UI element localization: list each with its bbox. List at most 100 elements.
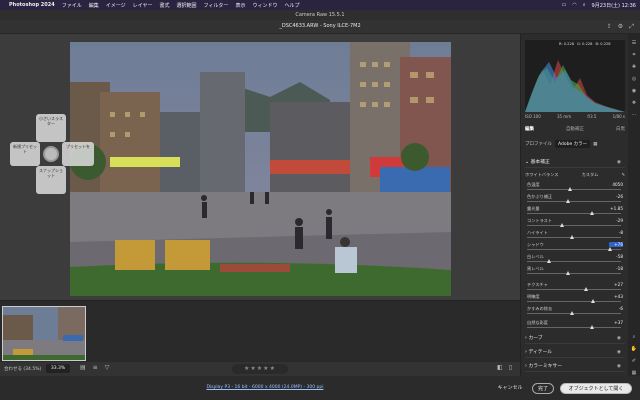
wheel-bottom-segment[interactable]: スナップショット	[36, 166, 66, 194]
tab-bw[interactable]: 白黒	[616, 126, 625, 132]
edit-tool-icon[interactable]: ☰	[632, 40, 636, 46]
slider-value-field[interactable]: -26	[609, 194, 623, 199]
menu-layer[interactable]: レイヤー	[133, 2, 153, 9]
menu-help[interactable]: ヘルプ	[284, 2, 299, 9]
visibility-eye-icon[interactable]: ◉	[617, 334, 621, 344]
search-icon[interactable]: ⌕	[583, 2, 586, 8]
profile-dropdown[interactable]: Adobe カラー	[555, 140, 591, 148]
slider-row[interactable]: 明瞭度 +43	[525, 294, 625, 306]
filter-icon[interactable]: ▽	[105, 364, 110, 371]
slider-handle[interactable]	[591, 299, 596, 303]
color-mixer-section-header[interactable]: › カラーミキサー ◉	[525, 362, 625, 372]
slider-track[interactable]	[527, 213, 621, 214]
slider-row[interactable]: コントラスト -29	[525, 218, 625, 230]
visibility-eye-icon[interactable]: ◉	[617, 158, 621, 168]
slider-row[interactable]: テクスチャ +27	[525, 282, 625, 294]
fullscreen-icon[interactable]: ⤢	[629, 23, 634, 31]
menu-file[interactable]: ファイル	[62, 2, 82, 9]
white-balance-dropdown[interactable]: カスタム	[582, 172, 599, 178]
menu-select[interactable]: 選択範囲	[177, 2, 197, 9]
slider-value-field[interactable]: +43	[609, 294, 623, 299]
star-rating[interactable]: ★★★★★	[232, 364, 288, 374]
more-icon[interactable]: ⋯	[632, 112, 637, 118]
zoom-tool-icon[interactable]: ⌕	[633, 334, 636, 340]
compare-view-icon[interactable]: ▯	[509, 364, 512, 371]
eyedropper-icon[interactable]: ✎	[621, 172, 625, 178]
wifi-icon[interactable]: ◠	[572, 2, 576, 8]
filmstrip-toggle-icon[interactable]: ▤	[80, 364, 86, 371]
slider-value-field[interactable]: -29	[609, 218, 623, 223]
slider-handle[interactable]	[568, 187, 573, 191]
hand-tool-icon[interactable]: ✋	[631, 346, 637, 352]
mask-tool-icon[interactable]: ◎	[632, 76, 636, 82]
slider-row[interactable]: 黒レベル -18	[525, 266, 625, 278]
slider-row[interactable]: 色温度 4050	[525, 182, 625, 194]
wheel-left-segment[interactable]: 新規プリセット	[10, 142, 40, 166]
tab-edit[interactable]: 編集	[525, 126, 534, 132]
basic-section-header[interactable]: ⌄ 基本補正 ◉	[525, 158, 625, 168]
slider-handle[interactable]	[565, 199, 570, 203]
settings-gear-icon[interactable]: ⚙	[618, 23, 623, 31]
slider-row[interactable]: ハイライト -8	[525, 230, 625, 242]
sort-icon[interactable]: ≡	[93, 364, 98, 371]
slider-value-field[interactable]: -8	[609, 230, 623, 235]
slider-value-field[interactable]: -6	[609, 306, 623, 311]
sampler-tool-icon[interactable]: ✐	[632, 358, 636, 364]
slider-handle[interactable]	[570, 235, 575, 239]
slider-row[interactable]: シャドウ +76	[525, 242, 625, 254]
preset-wheel-overlay[interactable]: 小さいスラスター 新規プリセット プリセットを スナップショット	[10, 114, 94, 194]
slider-row[interactable]: 自然な彩度 +37	[525, 320, 625, 332]
visibility-eye-icon[interactable]: ◉	[617, 362, 621, 372]
slider-track[interactable]	[527, 189, 621, 190]
heal-tool-icon[interactable]: ✚	[632, 64, 636, 70]
slider-track[interactable]	[527, 301, 621, 302]
slider-track[interactable]	[527, 249, 621, 250]
slider-value-field[interactable]: +1.85	[609, 206, 623, 211]
slider-handle[interactable]	[607, 247, 612, 251]
curve-section-header[interactable]: › カーブ ◉	[525, 334, 625, 344]
slider-value-field[interactable]: 4050	[609, 182, 623, 187]
menu-edit[interactable]: 編集	[89, 2, 99, 9]
photo-preview[interactable]	[70, 42, 451, 296]
menu-filter[interactable]: フィルター	[204, 2, 229, 9]
slider-track[interactable]	[527, 201, 621, 202]
zoom-level-field[interactable]: 33.3%	[46, 364, 70, 373]
slider-handle[interactable]	[589, 325, 594, 329]
detail-section-header[interactable]: › ディテール ◉	[525, 348, 625, 358]
workflow-options-link[interactable]: Display P3 - 16 bit - 6000 x 4000 (24.0M…	[200, 385, 330, 390]
slider-track[interactable]	[527, 289, 621, 290]
battery-icon[interactable]: ▭	[562, 2, 567, 8]
preview-canvas[interactable]: 小さいスラスター 新規プリセット プリセットを スナップショット	[0, 34, 520, 300]
slider-row[interactable]: 色かぶり補正 -26	[525, 194, 625, 206]
slider-value-field[interactable]: +27	[609, 282, 623, 287]
wheel-top-segment[interactable]: 小さいスラスター	[36, 114, 66, 142]
slider-row[interactable]: 白レベル -58	[525, 254, 625, 266]
slider-handle[interactable]	[560, 223, 565, 227]
slider-track[interactable]	[527, 225, 621, 226]
menu-type[interactable]: 書式	[160, 2, 170, 9]
menubar-datetime[interactable]: 9月23日(土) 12:36	[592, 2, 636, 9]
slider-handle[interactable]	[584, 287, 589, 291]
before-after-icon[interactable]: ◧	[497, 364, 503, 371]
slider-track[interactable]	[527, 327, 621, 328]
slider-track[interactable]	[527, 261, 621, 262]
slider-value-field[interactable]: -18	[609, 266, 623, 271]
slider-track[interactable]	[527, 273, 621, 274]
menu-view[interactable]: 表示	[235, 2, 245, 9]
wheel-right-segment[interactable]: プリセットを	[62, 142, 94, 166]
menu-image[interactable]: イメージ	[106, 2, 126, 9]
menu-app-name[interactable]: Photoshop 2024	[9, 2, 55, 8]
done-button[interactable]: 完了	[532, 383, 554, 394]
slider-row[interactable]: 露光量 +1.85	[525, 206, 625, 218]
tab-auto[interactable]: 自動補正	[566, 126, 584, 132]
profile-browser-icon[interactable]: ▦	[593, 142, 597, 147]
filmstrip-thumbnail[interactable]	[2, 306, 86, 361]
slider-handle[interactable]	[565, 271, 570, 275]
open-as-object-button[interactable]: オブジェクトとして開く	[560, 383, 632, 394]
grid-toggle-icon[interactable]: ▦	[632, 370, 637, 376]
menu-window[interactable]: ウィンドウ	[252, 2, 277, 9]
slider-row[interactable]: かすみの除去 -6	[525, 306, 625, 318]
slider-value-field[interactable]: +37	[609, 320, 623, 325]
crop-tool-icon[interactable]: ⌗	[633, 52, 636, 58]
slider-handle[interactable]	[589, 211, 594, 215]
